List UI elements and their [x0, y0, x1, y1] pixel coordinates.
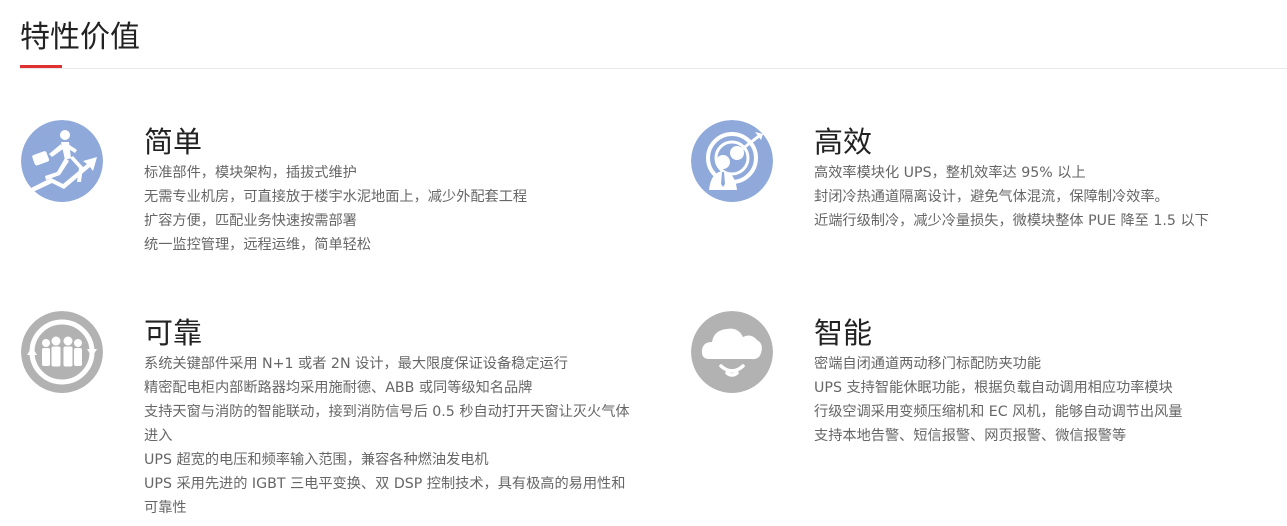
list-item: 支持天窗与消防的智能联动，接到消防信号后 0.5 秒自动打开天窗让灭火气体进入 [144, 404, 630, 444]
list-item: 统一监控管理，远程运维，简单轻松 [144, 237, 372, 253]
runner-arrow-icon [21, 120, 103, 202]
list-item: 无需专业机房，可直接放于楼宇水泥地面上，减少外配套工程 [144, 189, 528, 205]
list-item: 系统关键部件采用 N+1 或者 2N 设计，最大限度保证设备稳定运行 [144, 356, 568, 372]
list-item: UPS 超宽的电压和频率输入范围，兼容各种燃油发电机 [144, 452, 489, 468]
feature-list: 标准部件，模块架构，插拔式维护 无需专业机房，可直接放于楼宇水泥地面上，减少外配… [144, 161, 527, 257]
feature-list: 高效率模块化 UPS，整机效率达 95% 以上 封闭冷热通道隔离设计，避免气体混… [814, 161, 1209, 233]
feature-title: 高效 [814, 125, 873, 159]
feature-title: 简单 [144, 125, 203, 159]
team-cycle-icon [21, 311, 103, 393]
list-item: UPS 支持智能休眠功能，根据负载自动调用相应功率模块 [814, 380, 1173, 396]
cloud-icon [691, 311, 773, 393]
feature-title: 可靠 [144, 316, 203, 350]
list-item: 行级空调采用变频压缩机和 EC 风机，能够自动调节出风量 [814, 404, 1183, 420]
section-divider [20, 68, 1287, 69]
target-person-icon [691, 120, 773, 202]
feature-list: 系统关键部件采用 N+1 或者 2N 设计，最大限度保证设备稳定运行 精密配电柜… [144, 352, 634, 520]
list-item: 支持本地告警、短信报警、网页报警、微信报警等 [814, 428, 1127, 444]
list-item: 标准部件，模块架构，插拔式维护 [144, 165, 357, 181]
list-item: 封闭冷热通道隔离设计，避免气体混流，保障制冷效率。 [814, 189, 1169, 205]
list-item: 扩容方便，匹配业务快速按需部署 [144, 213, 357, 229]
section-title: 特性价值 [20, 20, 140, 55]
feature-title: 智能 [814, 316, 873, 350]
list-item: 密端自闭通道两动移门标配防夹功能 [814, 356, 1042, 372]
list-item: 近端行级制冷，减少冷量损失，微模块整体 PUE 降至 1.5 以下 [814, 213, 1209, 229]
feature-list: 密端自闭通道两动移门标配防夹功能 UPS 支持智能休眠功能，根据负载自动调用相应… [814, 352, 1182, 448]
list-item: 精密配电柜内部断路器均采用施耐德、ABB 或同等级知名品牌 [144, 380, 533, 396]
list-item: 高效率模块化 UPS，整机效率达 95% 以上 [814, 165, 1086, 181]
list-item: UPS 采用先进的 IGBT 三电平变换、双 DSP 控制技术，具有极高的易用性… [144, 476, 626, 516]
